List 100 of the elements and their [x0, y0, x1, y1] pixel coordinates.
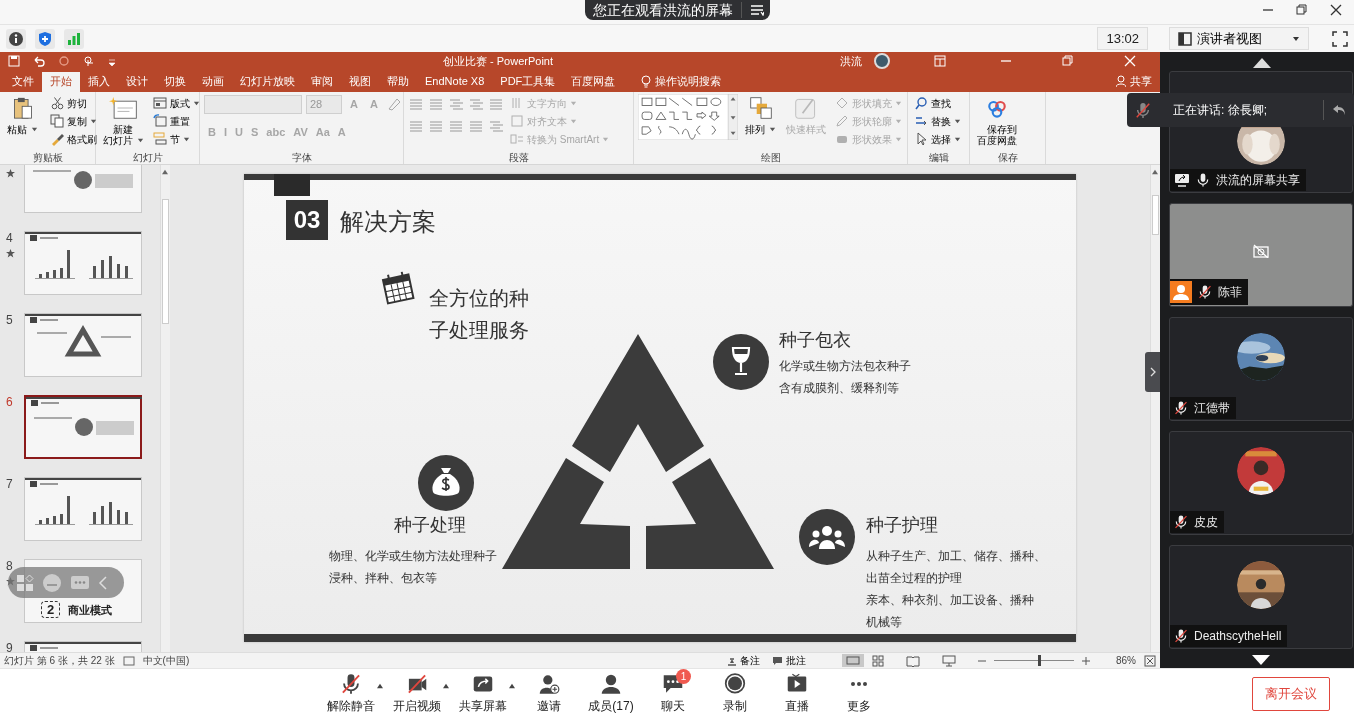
- group-label: 字体: [290, 151, 313, 164]
- video-tile[interactable]: 皮皮: [1169, 431, 1353, 535]
- shield-icon[interactable]: [35, 28, 55, 49]
- undo-icon[interactable]: [32, 55, 46, 67]
- caret-icon: [769, 126, 776, 133]
- info-icon[interactable]: [6, 28, 26, 49]
- save-to-cloud-button[interactable]: 保存到百度网盘: [974, 94, 1020, 150]
- clear-format-icon[interactable]: [385, 97, 400, 111]
- arrange-button[interactable]: 排列: [742, 94, 779, 150]
- ribbon-tab[interactable]: 审阅: [303, 71, 341, 92]
- replace-button[interactable]: 替换: [912, 112, 963, 130]
- ribbon-tab[interactable]: 幻灯片放映: [232, 71, 303, 92]
- reset-button[interactable]: 重置: [151, 112, 202, 130]
- section-button[interactable]: 节: [151, 130, 202, 148]
- money-bag-icon: [418, 455, 474, 511]
- ribbon-tab[interactable]: PDF工具集: [492, 71, 564, 92]
- restore-icon[interactable]: [1062, 55, 1074, 67]
- slide-title: 解决方案: [340, 207, 436, 237]
- toolbar-button[interactable]: 解除静音: [320, 672, 382, 715]
- normal-view-icon[interactable]: [842, 654, 864, 667]
- layout-button[interactable]: 版式: [151, 94, 202, 112]
- toolbar-button[interactable]: 邀请: [518, 672, 580, 715]
- fullscreen-icon[interactable]: [1332, 30, 1348, 47]
- scrollbar-thumb[interactable]: [162, 199, 169, 324]
- close-icon[interactable]: [1330, 4, 1342, 16]
- video-tile[interactable]: 江德带: [1169, 317, 1353, 421]
- ribbon-tab[interactable]: 视图: [341, 71, 379, 92]
- zoom-in-icon[interactable]: [1082, 656, 1090, 665]
- slide-count: 幻灯片 第 6 张，共 22 张: [4, 654, 115, 668]
- notification-badge: 1: [676, 668, 691, 684]
- search-icon: [914, 96, 928, 110]
- cursor-icon: [914, 132, 928, 146]
- toolbar-button[interactable]: 更多: [828, 672, 890, 715]
- replace-icon: [914, 114, 928, 128]
- format-painter-button[interactable]: 格式刷: [48, 130, 99, 148]
- slider-thumb[interactable]: [1038, 655, 1041, 666]
- caret-icon: [90, 117, 97, 125]
- ribbon-tab[interactable]: 文件: [4, 71, 42, 92]
- leave-meeting-button[interactable]: 离开会议: [1252, 677, 1330, 711]
- view-menu-button[interactable]: 演讲者视图: [1169, 26, 1309, 51]
- ribbon-tab[interactable]: 百度网盘: [563, 71, 624, 92]
- menu-caret-icon[interactable]: [376, 682, 384, 689]
- layout-icon: [1178, 31, 1192, 46]
- slide-thumbnail[interactable]: [24, 395, 142, 459]
- brush-icon: [50, 132, 64, 146]
- paste-button[interactable]: 粘贴: [4, 94, 41, 150]
- restore-icon[interactable]: [1296, 4, 1308, 16]
- toolbar-button[interactable]: 开启视频: [386, 672, 448, 715]
- toolbar-button[interactable]: 直播: [766, 672, 828, 715]
- star-icon: [6, 249, 15, 258]
- ribbon-tab[interactable]: 插入: [80, 71, 118, 92]
- reading-view-icon[interactable]: [906, 654, 920, 667]
- find-button[interactable]: 查找: [912, 94, 963, 112]
- slide-number: 6: [6, 394, 14, 411]
- ribbon-tab[interactable]: 帮助: [379, 71, 417, 92]
- select-button[interactable]: 选择: [912, 130, 963, 148]
- scroll-down-icon[interactable]: [1252, 655, 1270, 665]
- reply-icon[interactable]: [1332, 104, 1346, 116]
- scrollbar-thumb[interactable]: [1152, 195, 1159, 235]
- ribbon-tab[interactable]: 开始: [42, 71, 80, 92]
- slideshow-icon[interactable]: [942, 654, 956, 667]
- sorter-view-icon[interactable]: [872, 654, 884, 667]
- shapes-gallery[interactable]: [638, 94, 738, 140]
- cut-button[interactable]: 剪切: [48, 94, 99, 112]
- toolbar-button[interactable]: 共享屏幕: [452, 672, 514, 715]
- comments-button[interactable]: 批注: [770, 651, 808, 670]
- feature-text: 从种子生产、加工、储存、播种、: [866, 548, 1046, 565]
- caret-icon: [570, 117, 577, 125]
- ribbon-tab[interactable]: EndNote X8: [417, 71, 493, 92]
- panel-toggle-button[interactable]: [1145, 352, 1160, 392]
- ribbon-tab[interactable]: 设计: [118, 71, 156, 92]
- signal-icon[interactable]: [64, 28, 84, 49]
- meeting-time: 13:02: [1097, 26, 1148, 51]
- menu-caret-icon[interactable]: [442, 682, 450, 689]
- share-button[interactable]: 共享: [1108, 71, 1160, 92]
- fit-window-icon[interactable]: [1144, 654, 1156, 667]
- participant-name: DeathscytheHell: [1194, 628, 1282, 645]
- new-slide-button[interactable]: 新建幻灯片: [100, 94, 147, 150]
- touch-icon[interactable]: [82, 55, 96, 67]
- notes-button[interactable]: 备注: [725, 651, 762, 670]
- slide-title-text: 商业模式: [68, 602, 113, 618]
- menu-caret-icon[interactable]: [508, 682, 516, 689]
- ribbon-tab[interactable]: 切换: [156, 71, 194, 92]
- toolbar-button[interactable]: 录制: [704, 672, 766, 715]
- person-icon: [1170, 281, 1192, 303]
- video-tile[interactable]: DeathscytheHell: [1169, 545, 1353, 649]
- muted-mic-icon: [1174, 628, 1188, 644]
- slide-number: 7: [6, 476, 14, 493]
- ribbon-tab[interactable]: 动画: [194, 71, 232, 92]
- copy-button[interactable]: 复制: [48, 112, 99, 130]
- video-tile[interactable]: 陈菲: [1169, 203, 1353, 307]
- user-avatar[interactable]: [874, 53, 890, 69]
- save-icon[interactable]: [8, 55, 20, 67]
- feature-text: 物理、化学或生物方法处理种子: [329, 548, 497, 565]
- ribbon-display-icon[interactable]: [934, 55, 946, 67]
- tell-me-search[interactable]: 操作说明搜索: [633, 71, 730, 92]
- menu-icon[interactable]: [749, 4, 764, 16]
- toolbar-button[interactable]: 成员(17): [580, 672, 642, 715]
- scroll-up-icon[interactable]: [1252, 58, 1271, 68]
- headline-text: 全方位的种子处理服务: [429, 286, 530, 343]
